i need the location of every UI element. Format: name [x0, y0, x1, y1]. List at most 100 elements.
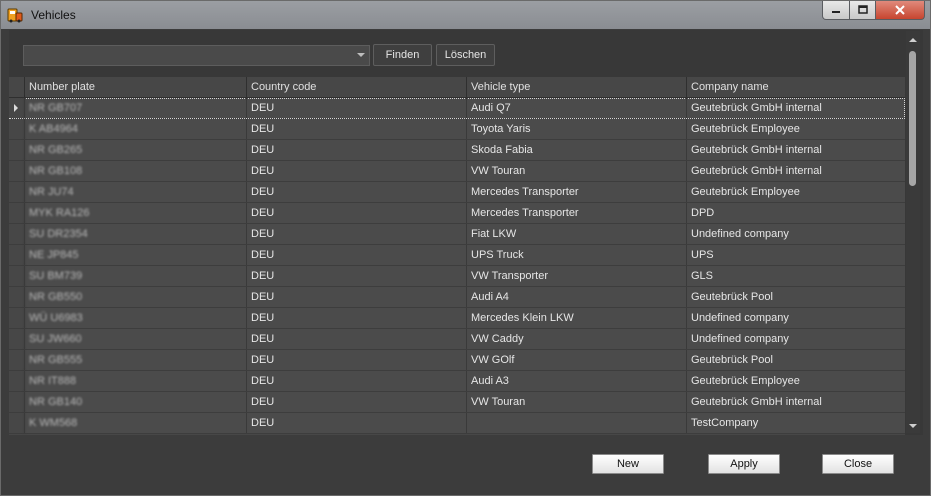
cell-country-code[interactable]: DEU	[246, 350, 466, 370]
cell-number-plate[interactable]: NR GB707	[24, 98, 246, 118]
row-selector[interactable]	[9, 266, 25, 286]
cell-company-name[interactable]: Geutebrück GmbH internal	[686, 392, 905, 412]
column-header-number-plate[interactable]: Number plate	[24, 77, 246, 97]
cell-number-plate[interactable]: NR GB140	[24, 392, 246, 412]
cell-company-name[interactable]: Geutebrück Employee	[686, 119, 905, 139]
row-selector[interactable]	[9, 203, 25, 223]
cell-vehicle-type[interactable]: Skoda Fabia	[466, 140, 686, 160]
cell-company-name[interactable]: DPD	[686, 203, 905, 223]
cell-vehicle-type[interactable]: VW GOlf	[466, 350, 686, 370]
row-selector[interactable]	[9, 182, 25, 202]
cell-vehicle-type[interactable]: Audi A4	[466, 287, 686, 307]
row-selector[interactable]	[9, 413, 25, 433]
table-row[interactable]: NR GB140 DEU VW Touran Geutebrück GmbH inte…	[9, 392, 905, 413]
cell-company-name[interactable]: Undefined company	[686, 224, 905, 244]
row-selector[interactable]	[9, 98, 25, 118]
scrollbar-thumb[interactable]	[909, 51, 916, 186]
apply-button[interactable]: Apply	[708, 454, 780, 474]
row-selector[interactable]	[9, 371, 25, 391]
cell-vehicle-type[interactable]: UPS Truck	[466, 245, 686, 265]
table-row[interactable]: SU JW660 DEU VW Caddy Undefined company	[9, 329, 905, 350]
cell-country-code[interactable]: DEU	[246, 140, 466, 160]
row-selector[interactable]	[9, 350, 25, 370]
cell-company-name[interactable]: UPS	[686, 245, 905, 265]
table-row[interactable]: NR JU74 DEU Mercedes Transporter Geutebrück…	[9, 182, 905, 203]
row-selector[interactable]	[9, 392, 25, 412]
cell-country-code[interactable]: DEU	[246, 371, 466, 391]
row-selector[interactable]	[9, 308, 25, 328]
table-row[interactable]: NR IT888 DEU Audi A3 Geutebrück Employee	[9, 371, 905, 392]
table-row[interactable]: NR GB108 DEU VW Touran Geutebrück GmbH inte…	[9, 161, 905, 182]
cell-number-plate[interactable]: K AB4964	[24, 119, 246, 139]
close-button[interactable]: Close	[822, 454, 894, 474]
cell-company-name[interactable]: Geutebrück GmbH internal	[686, 98, 905, 118]
cell-number-plate[interactable]: NR GB108	[24, 161, 246, 181]
table-row[interactable]: SU DR2354 DEU Fiat LKW Undefined company	[9, 224, 905, 245]
cell-vehicle-type[interactable]: Mercedes Klein LKW	[466, 308, 686, 328]
cell-vehicle-type[interactable]: Toyota Yaris	[466, 119, 686, 139]
table-row[interactable]: NR GB265 DEU Skoda Fabia Geutebrück GmbH in…	[9, 140, 905, 161]
cell-company-name[interactable]: Geutebrück GmbH internal	[686, 161, 905, 181]
clear-button[interactable]: Löschen	[436, 44, 495, 66]
table-row[interactable]: NE JP845 DEU UPS Truck UPS	[9, 245, 905, 266]
row-selector[interactable]	[9, 287, 25, 307]
cell-vehicle-type[interactable]	[466, 413, 686, 433]
table-row[interactable]: NR GB550 DEU Audi A4 Geutebrück Pool	[9, 287, 905, 308]
cell-company-name[interactable]: TestCompany	[686, 413, 905, 433]
column-header-vehicle-type[interactable]: Vehicle type	[466, 77, 686, 97]
cell-vehicle-type[interactable]: Mercedes Transporter	[466, 203, 686, 223]
cell-number-plate[interactable]: SU JW660	[24, 329, 246, 349]
cell-country-code[interactable]: DEU	[246, 203, 466, 223]
cell-company-name[interactable]: Geutebrück Employee	[686, 371, 905, 391]
cell-country-code[interactable]: DEU	[246, 224, 466, 244]
cell-vehicle-type[interactable]: VW Touran	[466, 161, 686, 181]
cell-country-code[interactable]: DEU	[246, 98, 466, 118]
table-row[interactable]: MYK RA126 DEU Mercedes Transporter DPD	[9, 203, 905, 224]
cell-vehicle-type[interactable]: Audi A3	[466, 371, 686, 391]
cell-number-plate[interactable]: NR GB265	[24, 140, 246, 160]
cell-company-name[interactable]: Geutebrück Pool	[686, 287, 905, 307]
scroll-down-arrow-icon[interactable]	[909, 424, 917, 428]
cell-company-name[interactable]: Geutebrück Pool	[686, 350, 905, 370]
table-row[interactable]: SU BM739 DEU VW Transporter GLS	[9, 266, 905, 287]
cell-company-name[interactable]: Geutebrück GmbH internal	[686, 140, 905, 160]
minimize-button[interactable]	[822, 1, 850, 20]
table-row[interactable]: WÜ U6983 DEU Mercedes Klein LKW Undefined c…	[9, 308, 905, 329]
row-selector[interactable]	[9, 224, 25, 244]
row-selector[interactable]	[9, 329, 25, 349]
table-row[interactable]: NR GB707 DEU Audi Q7 Geutebrück GmbH intern…	[9, 98, 905, 119]
column-header-country-code[interactable]: Country code	[246, 77, 466, 97]
cell-vehicle-type[interactable]: Fiat LKW	[466, 224, 686, 244]
cell-number-plate[interactable]: WÜ U6983	[24, 308, 246, 328]
chevron-down-icon[interactable]	[357, 53, 365, 57]
cell-country-code[interactable]: DEU	[246, 308, 466, 328]
cell-vehicle-type[interactable]: VW Touran	[466, 392, 686, 412]
cell-company-name[interactable]: Undefined company	[686, 308, 905, 328]
cell-number-plate[interactable]: SU DR2354	[24, 224, 246, 244]
cell-company-name[interactable]: GLS	[686, 266, 905, 286]
vertical-scrollbar[interactable]	[906, 31, 920, 433]
table-row[interactable]: K AB4964 DEU Toyota Yaris Geutebrück Employ…	[9, 119, 905, 140]
cell-vehicle-type[interactable]: Mercedes Transporter	[466, 182, 686, 202]
table-row[interactable]: K WM568 DEU TestCompany	[9, 413, 905, 434]
cell-country-code[interactable]: DEU	[246, 245, 466, 265]
find-button[interactable]: Finden	[373, 44, 432, 66]
table-row[interactable]: NR GB555 DEU VW GOlf Geutebrück Pool	[9, 350, 905, 371]
scroll-up-arrow-icon[interactable]	[909, 38, 917, 42]
row-selector[interactable]	[9, 119, 25, 139]
cell-country-code[interactable]: DEU	[246, 161, 466, 181]
cell-number-plate[interactable]: K WM568	[24, 413, 246, 433]
cell-number-plate[interactable]: NR IT888	[24, 371, 246, 391]
cell-company-name[interactable]: Geutebrück Employee	[686, 182, 905, 202]
cell-number-plate[interactable]: SU BM739	[24, 266, 246, 286]
cell-number-plate[interactable]: NR JU74	[24, 182, 246, 202]
close-window-button[interactable]	[875, 1, 925, 20]
row-selector[interactable]	[9, 245, 25, 265]
cell-number-plate[interactable]: NR GB555	[24, 350, 246, 370]
new-button[interactable]: New	[592, 454, 664, 474]
cell-number-plate[interactable]: MYK RA126	[24, 203, 246, 223]
row-selector[interactable]	[9, 140, 25, 160]
cell-country-code[interactable]: DEU	[246, 329, 466, 349]
maximize-button[interactable]	[849, 1, 876, 20]
row-selector[interactable]	[9, 161, 25, 181]
